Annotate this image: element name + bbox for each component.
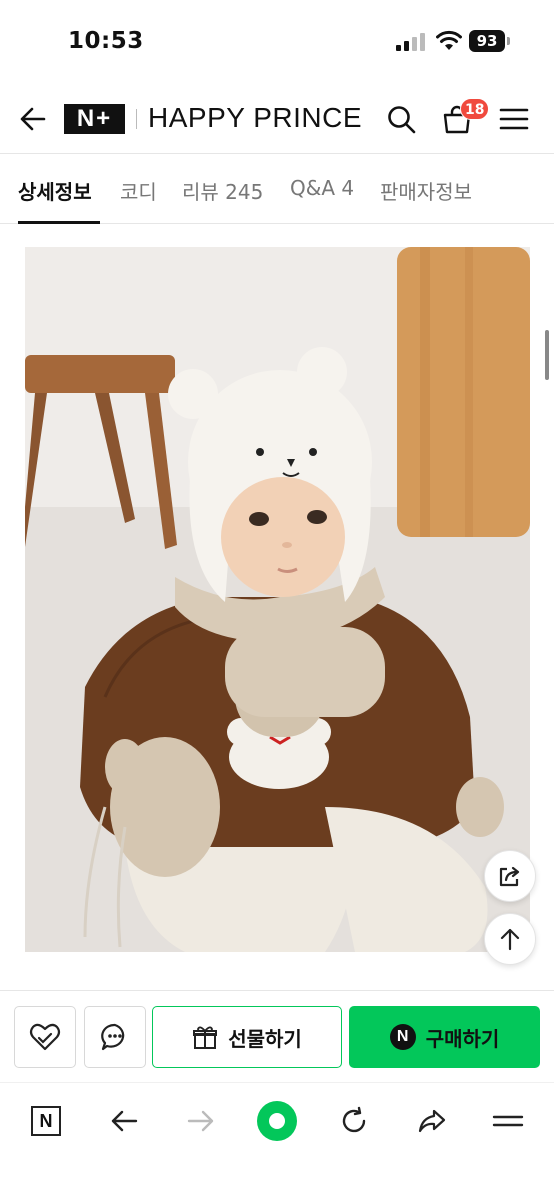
reload-button[interactable] <box>334 1101 374 1141</box>
status-time: 10:53 <box>68 28 144 54</box>
share-icon <box>499 866 520 887</box>
active-tab-underline <box>18 221 100 224</box>
menu-icon[interactable] <box>499 106 529 132</box>
app-header: N+ HAPPY PRINCE 18 <box>0 84 554 154</box>
naverpay-logo: N <box>389 1024 416 1050</box>
product-image[interactable] <box>25 247 530 952</box>
heart-icon <box>29 1023 61 1051</box>
back-icon[interactable] <box>18 104 48 134</box>
nplus-logo[interactable]: N+ <box>64 104 125 134</box>
browser-toolbar: N <box>0 1082 554 1200</box>
gift-button[interactable]: 선물하기 <box>152 1006 342 1068</box>
battery-level: 93 <box>469 30 505 52</box>
wifi-icon <box>436 30 462 50</box>
home-button[interactable]: N <box>26 1101 66 1141</box>
tab-coordi[interactable]: 코디 <box>120 176 157 205</box>
forward-nav-button[interactable] <box>181 1101 221 1141</box>
forward-icon <box>187 1110 214 1132</box>
gift-label: 선물하기 <box>228 1026 302 1051</box>
gift-icon <box>193 1026 218 1049</box>
brand-name[interactable]: HAPPY PRINCE <box>148 102 362 134</box>
cellular-signal-icon <box>396 33 425 51</box>
share-arrow-icon <box>418 1109 446 1133</box>
more-menu-button[interactable] <box>488 1101 528 1141</box>
talk-button[interactable] <box>84 1006 146 1068</box>
product-tabs: 상세정보 코디 리뷰 245 Q&A 4 판매자정보 <box>0 156 554 224</box>
back-nav-button[interactable] <box>104 1101 144 1141</box>
naver-home-icon: N <box>31 1106 61 1136</box>
baby-photo-illustration <box>25 247 530 952</box>
tab-detail-info[interactable]: 상세정보 <box>18 176 92 205</box>
search-icon[interactable] <box>386 104 416 134</box>
cart-count-badge: 18 <box>460 98 490 120</box>
arrow-up-icon <box>500 928 520 951</box>
status-bar: 10:53 93 <box>0 0 554 80</box>
arrow-left-icon <box>111 1110 138 1132</box>
green-dot-button[interactable] <box>257 1101 297 1141</box>
scroll-indicator[interactable] <box>545 330 549 380</box>
menu-icon <box>492 1115 524 1127</box>
battery-tip <box>507 37 510 45</box>
tab-reviews[interactable]: 리뷰 245 <box>182 176 263 205</box>
purchase-bar: 선물하기 N 구매하기 <box>0 990 554 1080</box>
chat-icon <box>101 1023 125 1051</box>
share-button[interactable] <box>484 850 536 902</box>
share-nav-button[interactable] <box>412 1101 452 1141</box>
tab-qna[interactable]: Q&A 4 <box>290 176 354 200</box>
tab-seller-info[interactable]: 판매자정보 <box>380 176 472 205</box>
buy-button[interactable]: N 구매하기 <box>349 1006 540 1068</box>
green-dot-icon <box>257 1101 297 1141</box>
buy-label: 구매하기 <box>425 1026 500 1051</box>
reload-icon <box>342 1106 366 1133</box>
header-divider <box>136 109 137 129</box>
wishlist-button[interactable] <box>14 1006 76 1068</box>
scroll-top-button[interactable] <box>484 913 536 965</box>
